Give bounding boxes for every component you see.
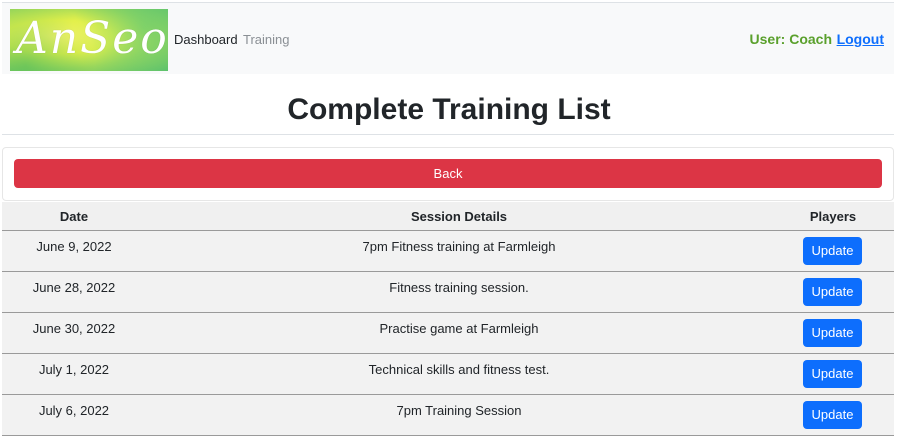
navbar: AnSeo Dashboard Training User: Coach Log… xyxy=(2,2,894,74)
table-row: June 28, 2022 Fitness training session. … xyxy=(2,272,894,313)
cell-date: June 30, 2022 xyxy=(32,321,116,336)
table-row: June 9, 2022 7pm Fitness training at Far… xyxy=(2,231,894,272)
logo-text: AnSeo xyxy=(16,13,168,64)
training-table: Date Session Details Players June 9, 202… xyxy=(2,202,894,436)
user-label: User: Coach xyxy=(749,31,832,47)
cell-session-details: 7pm Fitness training at Farmleigh xyxy=(362,239,556,254)
table-row: June 30, 2022 Practise game at Farmleigh… xyxy=(2,313,894,354)
title-divider xyxy=(2,134,894,135)
page: AnSeo Dashboard Training User: Coach Log… xyxy=(0,0,898,443)
column-header-players: Players xyxy=(809,209,857,224)
table-header: Date Session Details Players xyxy=(2,202,894,231)
update-button[interactable]: Update xyxy=(803,278,862,306)
cell-date: June 9, 2022 xyxy=(36,239,112,254)
cell-date: June 28, 2022 xyxy=(32,280,116,295)
logout-link[interactable]: Logout xyxy=(837,31,884,47)
back-button[interactable]: Back xyxy=(14,159,882,188)
update-button[interactable]: Update xyxy=(803,360,862,388)
cell-session-details: 7pm Training Session xyxy=(396,403,522,418)
column-header-date: Date xyxy=(59,209,89,224)
update-button[interactable]: Update xyxy=(803,319,862,347)
cell-date: July 1, 2022 xyxy=(38,362,110,377)
update-button[interactable]: Update xyxy=(803,401,862,429)
cell-session-details: Practise game at Farmleigh xyxy=(379,321,539,336)
nav-link-dashboard[interactable]: Dashboard xyxy=(174,32,238,48)
back-card: Back xyxy=(2,147,894,201)
nav-link-training[interactable]: Training xyxy=(243,32,289,48)
column-header-session-details: Session Details xyxy=(410,209,508,224)
table-row: July 1, 2022 Technical skills and fitnes… xyxy=(2,354,894,395)
anseo-logo[interactable]: AnSeo xyxy=(10,9,168,71)
update-button[interactable]: Update xyxy=(803,237,862,265)
cell-session-details: Technical skills and fitness test. xyxy=(368,362,550,377)
cell-date: July 6, 2022 xyxy=(38,403,110,418)
cell-session-details: Fitness training session. xyxy=(389,280,529,295)
table-row: July 6, 2022 7pm Training Session Update xyxy=(2,395,894,436)
page-title: Complete Training List xyxy=(287,93,611,126)
